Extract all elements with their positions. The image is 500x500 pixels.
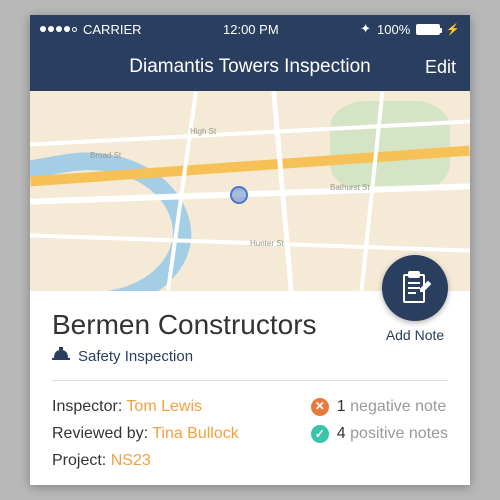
signal-icon (40, 26, 77, 32)
status-bar: CARRIER 12:00 PM ✦ 100% ⚡ (30, 15, 470, 43)
negative-text: negative note (350, 398, 446, 415)
clipboard-edit-icon (399, 271, 431, 305)
bluetooth-icon: ✦ (360, 21, 371, 37)
hardhat-icon (52, 347, 70, 366)
add-note-button[interactable] (382, 255, 448, 321)
inspector-label: Inspector: (52, 398, 126, 415)
page-title: Diamantis Towers Inspection (129, 56, 370, 78)
add-note-label: Add Note (386, 327, 444, 343)
project-row: Project: NS23 (52, 447, 239, 474)
carrier-label: CARRIER (83, 22, 142, 37)
positive-note-row[interactable]: ✓ 4 positive notes (311, 420, 448, 447)
content-area: Add Note Bermen Constructors Safety Insp… (30, 291, 470, 485)
add-note-wrap: Add Note (382, 255, 448, 343)
status-left: CARRIER (40, 22, 142, 37)
divider (52, 380, 448, 381)
negative-count: 1 (337, 398, 346, 415)
inspector-value[interactable]: Tom Lewis (126, 398, 202, 415)
inspector-row: Inspector: Tom Lewis (52, 393, 239, 420)
positive-badge-icon: ✓ (311, 425, 329, 443)
nav-bar: Diamantis Towers Inspection Edit (30, 43, 470, 91)
positive-count: 4 (337, 425, 346, 442)
negative-note-row[interactable]: ✕ 1 negative note (311, 393, 448, 420)
detail-fields: Inspector: Tom Lewis Reviewed by: Tina B… (52, 393, 239, 475)
inspection-type-label: Safety Inspection (78, 348, 193, 365)
inspection-type-row: Safety Inspection (52, 347, 448, 366)
location-pin-icon[interactable] (230, 186, 248, 204)
battery-icon (416, 24, 440, 35)
reviewed-row: Reviewed by: Tina Bullock (52, 420, 239, 447)
phone-frame: CARRIER 12:00 PM ✦ 100% ⚡ Diamantis Towe… (30, 15, 470, 485)
edit-button[interactable]: Edit (425, 57, 456, 78)
status-right: ✦ 100% ⚡ (360, 21, 460, 37)
project-value[interactable]: NS23 (111, 452, 151, 469)
status-time: 12:00 PM (223, 22, 279, 37)
reviewed-value[interactable]: Tina Bullock (152, 425, 239, 442)
battery-percent: 100% (377, 22, 410, 37)
project-label: Project: (52, 452, 111, 469)
positive-text: positive notes (350, 425, 448, 442)
charging-icon: ⚡ (446, 23, 460, 36)
negative-badge-icon: ✕ (311, 398, 329, 416)
details-section: Inspector: Tom Lewis Reviewed by: Tina B… (52, 393, 448, 475)
notes-summary: ✕ 1 negative note ✓ 4 positive notes (311, 393, 448, 475)
reviewed-label: Reviewed by: (52, 425, 152, 442)
